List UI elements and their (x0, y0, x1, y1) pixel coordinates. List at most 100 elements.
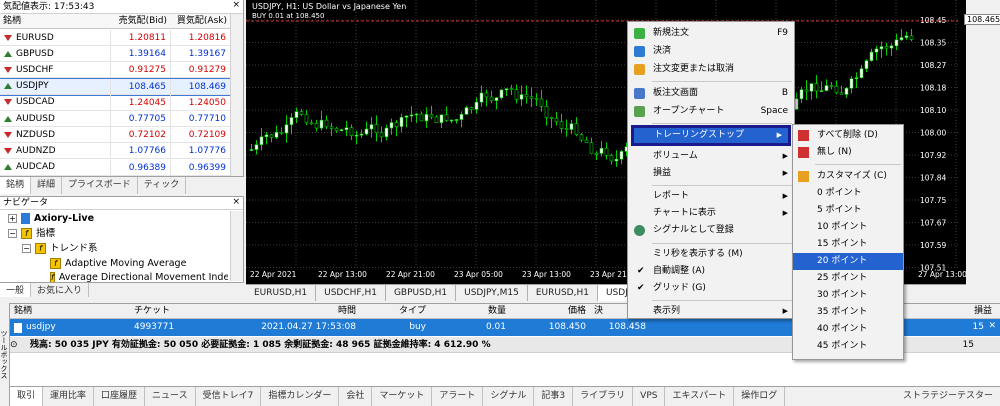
menu-auto-arrange[interactable]: ✔ 自動調整 (A) (628, 263, 794, 280)
terminal-tabs: 取引 運用比率 口座履歴 ニュース 受信トレイ7 指標カレンダー 会社 マーケッ… (10, 386, 1000, 406)
nav-account[interactable]: + Axiory-Live (8, 211, 94, 226)
tab-favorites[interactable]: お気に入り (31, 283, 90, 297)
tab-details[interactable]: 詳細 (31, 177, 63, 194)
market-watch-row[interactable]: USDCAD 1.24045 1.24050 (0, 94, 230, 111)
submenu-points-20[interactable]: 20 ポイント (793, 253, 903, 270)
candle-body (374, 124, 379, 134)
tab-library[interactable]: ライブラリ (573, 387, 634, 406)
submenu-points-35[interactable]: 35 ポイント (793, 304, 903, 321)
symbol-name: GBPUSD (16, 48, 54, 59)
menu-show-ms[interactable]: ミリ秒を表示する (M) (628, 246, 794, 263)
tab-trade[interactable]: 取引 (10, 387, 44, 406)
col-ask[interactable]: 買気配(Ask) (170, 14, 230, 28)
market-watch-row[interactable]: AUDCAD 0.96389 0.96399 (0, 159, 230, 176)
col-symbol[interactable]: 銘柄 (0, 14, 110, 28)
submenu-points-5[interactable]: 5 ポイント (793, 202, 903, 219)
expand-icon[interactable]: + (8, 214, 17, 223)
menu-close-position[interactable]: 決済 (628, 43, 794, 60)
market-watch-row[interactable]: NZDUSD 0.72102 0.72109 (0, 127, 230, 144)
tab-priceboard[interactable]: プライスボード (62, 177, 138, 194)
col-bid[interactable]: 売気配(Bid) (110, 14, 170, 28)
col-price[interactable]: 価格 (510, 304, 590, 318)
navigator-title: ナビゲータ (0, 197, 243, 210)
candle-body (489, 96, 494, 101)
tab-symbols[interactable]: 銘柄 (0, 177, 32, 194)
tab-general[interactable]: 一般 (0, 283, 32, 297)
menu-new-order[interactable]: 新規注文 F9 (628, 25, 794, 42)
market-watch-row[interactable]: GBPUSD 1.39164 1.39167 (0, 46, 230, 63)
submenu-points-10[interactable]: 10 ポイント (793, 219, 903, 236)
close-icon[interactable]: × (232, 0, 240, 10)
market-watch-row[interactable]: EURUSD 1.20811 1.20816 (0, 30, 230, 46)
submenu-points-15[interactable]: 15 ポイント (793, 236, 903, 253)
chart-tab[interactable]: USDCHF,H1 (316, 285, 386, 301)
scrollbar[interactable] (230, 14, 243, 176)
menu-volume[interactable]: ボリューム ▶ (628, 148, 794, 165)
menu-show-on-chart[interactable]: チャートに表示 ▶ (628, 205, 794, 222)
submenu-points-40[interactable]: 40 ポイント (793, 321, 903, 338)
market-watch-row[interactable]: USDJPY 108.465 108.469 (0, 77, 231, 96)
chart-tab[interactable]: EURUSD,H1 (528, 285, 598, 301)
close-position-icon[interactable]: ✕ (988, 321, 996, 331)
tab-market[interactable]: マーケット (372, 387, 433, 406)
y-tick-label: 108.10 (920, 106, 946, 115)
col-ticket[interactable]: チケット (130, 304, 230, 318)
nav-indicators[interactable]: − f 指標 (8, 226, 55, 241)
menu-columns[interactable]: 表示列 ▶ (628, 303, 794, 320)
tab-journal[interactable]: 操作ログ (734, 387, 786, 406)
candle-body (444, 114, 449, 121)
nav-ama[interactable]: f Adaptive Moving Average (50, 256, 186, 271)
col-time[interactable]: 時間 (230, 304, 360, 318)
menu-trailing-stop[interactable]: トレーリングストップ ▶ (631, 125, 791, 146)
tab-experts[interactable]: エキスパート (665, 387, 735, 406)
submenu-points-25[interactable]: 25 ポイント (793, 270, 903, 287)
tab-signals[interactable]: シグナル (483, 387, 535, 406)
tab-alerts[interactable]: アラート (432, 387, 484, 406)
symbol-name: AUDUSD (16, 113, 55, 124)
tab-vps[interactable]: VPS (633, 387, 666, 406)
menu-grid[interactable]: ✔ グリッド (G) (628, 280, 794, 297)
candle-body (359, 133, 364, 136)
strategy-tester-button[interactable]: ストラテジーテスター (896, 387, 1000, 406)
menu-register-signal[interactable]: シグナルとして登録 (628, 222, 794, 239)
chart-tab[interactable]: USDJPY,M15 (456, 285, 528, 301)
nav-trend[interactable]: − f トレンド系 (22, 241, 98, 256)
menu-modify-order[interactable]: 注文変更または取消 (628, 61, 794, 78)
collapse-icon[interactable]: − (22, 244, 31, 253)
menu-profit[interactable]: 損益 ▶ (628, 165, 794, 182)
tab-company[interactable]: 会社 (339, 387, 373, 406)
candle-body (459, 114, 464, 120)
col-type[interactable]: タイプ (360, 304, 430, 318)
market-watch-header: 銘柄 売気配(Bid) 買気配(Ask) (0, 14, 230, 29)
tab-tick[interactable]: ティック (138, 177, 187, 194)
col-symbol[interactable]: 銘柄 (10, 304, 130, 318)
col-close[interactable]: 決 (590, 304, 630, 318)
menu-depth-of-market[interactable]: 板注文画面 B (628, 85, 794, 102)
candle-body (249, 149, 254, 151)
market-watch-row[interactable]: AUDNZD 1.07766 1.07776 (0, 143, 230, 160)
candle-body (864, 60, 869, 69)
candle-body (299, 111, 304, 115)
tab-history[interactable]: 口座履歴 (94, 387, 146, 406)
col-volume[interactable]: 数量 (430, 304, 510, 318)
submenu-none[interactable]: 無し (N) (793, 144, 903, 161)
submenu-points-45[interactable]: 45 ポイント (793, 338, 903, 355)
menu-report[interactable]: レポート ▶ (628, 188, 794, 205)
scrollbar[interactable] (230, 211, 243, 281)
tab-articles[interactable]: 記事3 (534, 387, 574, 406)
tab-news[interactable]: ニュース (145, 387, 196, 406)
close-icon[interactable]: × (232, 197, 240, 207)
submenu-points-0[interactable]: 0 ポイント (793, 185, 903, 202)
submenu-delete-all[interactable]: すべて削除 (D) (793, 127, 903, 144)
chart-tab[interactable]: EURUSD,H1 (246, 285, 317, 301)
tab-exposure[interactable]: 運用比率 (43, 387, 95, 406)
menu-open-chart[interactable]: オープンチャート Space (628, 103, 794, 120)
tab-mailbox[interactable]: 受信トレイ7 (196, 387, 262, 406)
collapse-icon[interactable]: − (8, 229, 17, 238)
market-watch-row[interactable]: USDCHF 0.91275 0.91279 (0, 62, 230, 79)
submenu-customize[interactable]: カスタマイズ (C) (793, 168, 903, 185)
submenu-points-30[interactable]: 30 ポイント (793, 287, 903, 304)
chart-tab[interactable]: GBPUSD,H1 (386, 285, 457, 301)
market-watch-row[interactable]: AUDUSD 0.77705 0.77710 (0, 111, 230, 127)
tab-calendar[interactable]: 指標カレンダー (261, 387, 340, 406)
